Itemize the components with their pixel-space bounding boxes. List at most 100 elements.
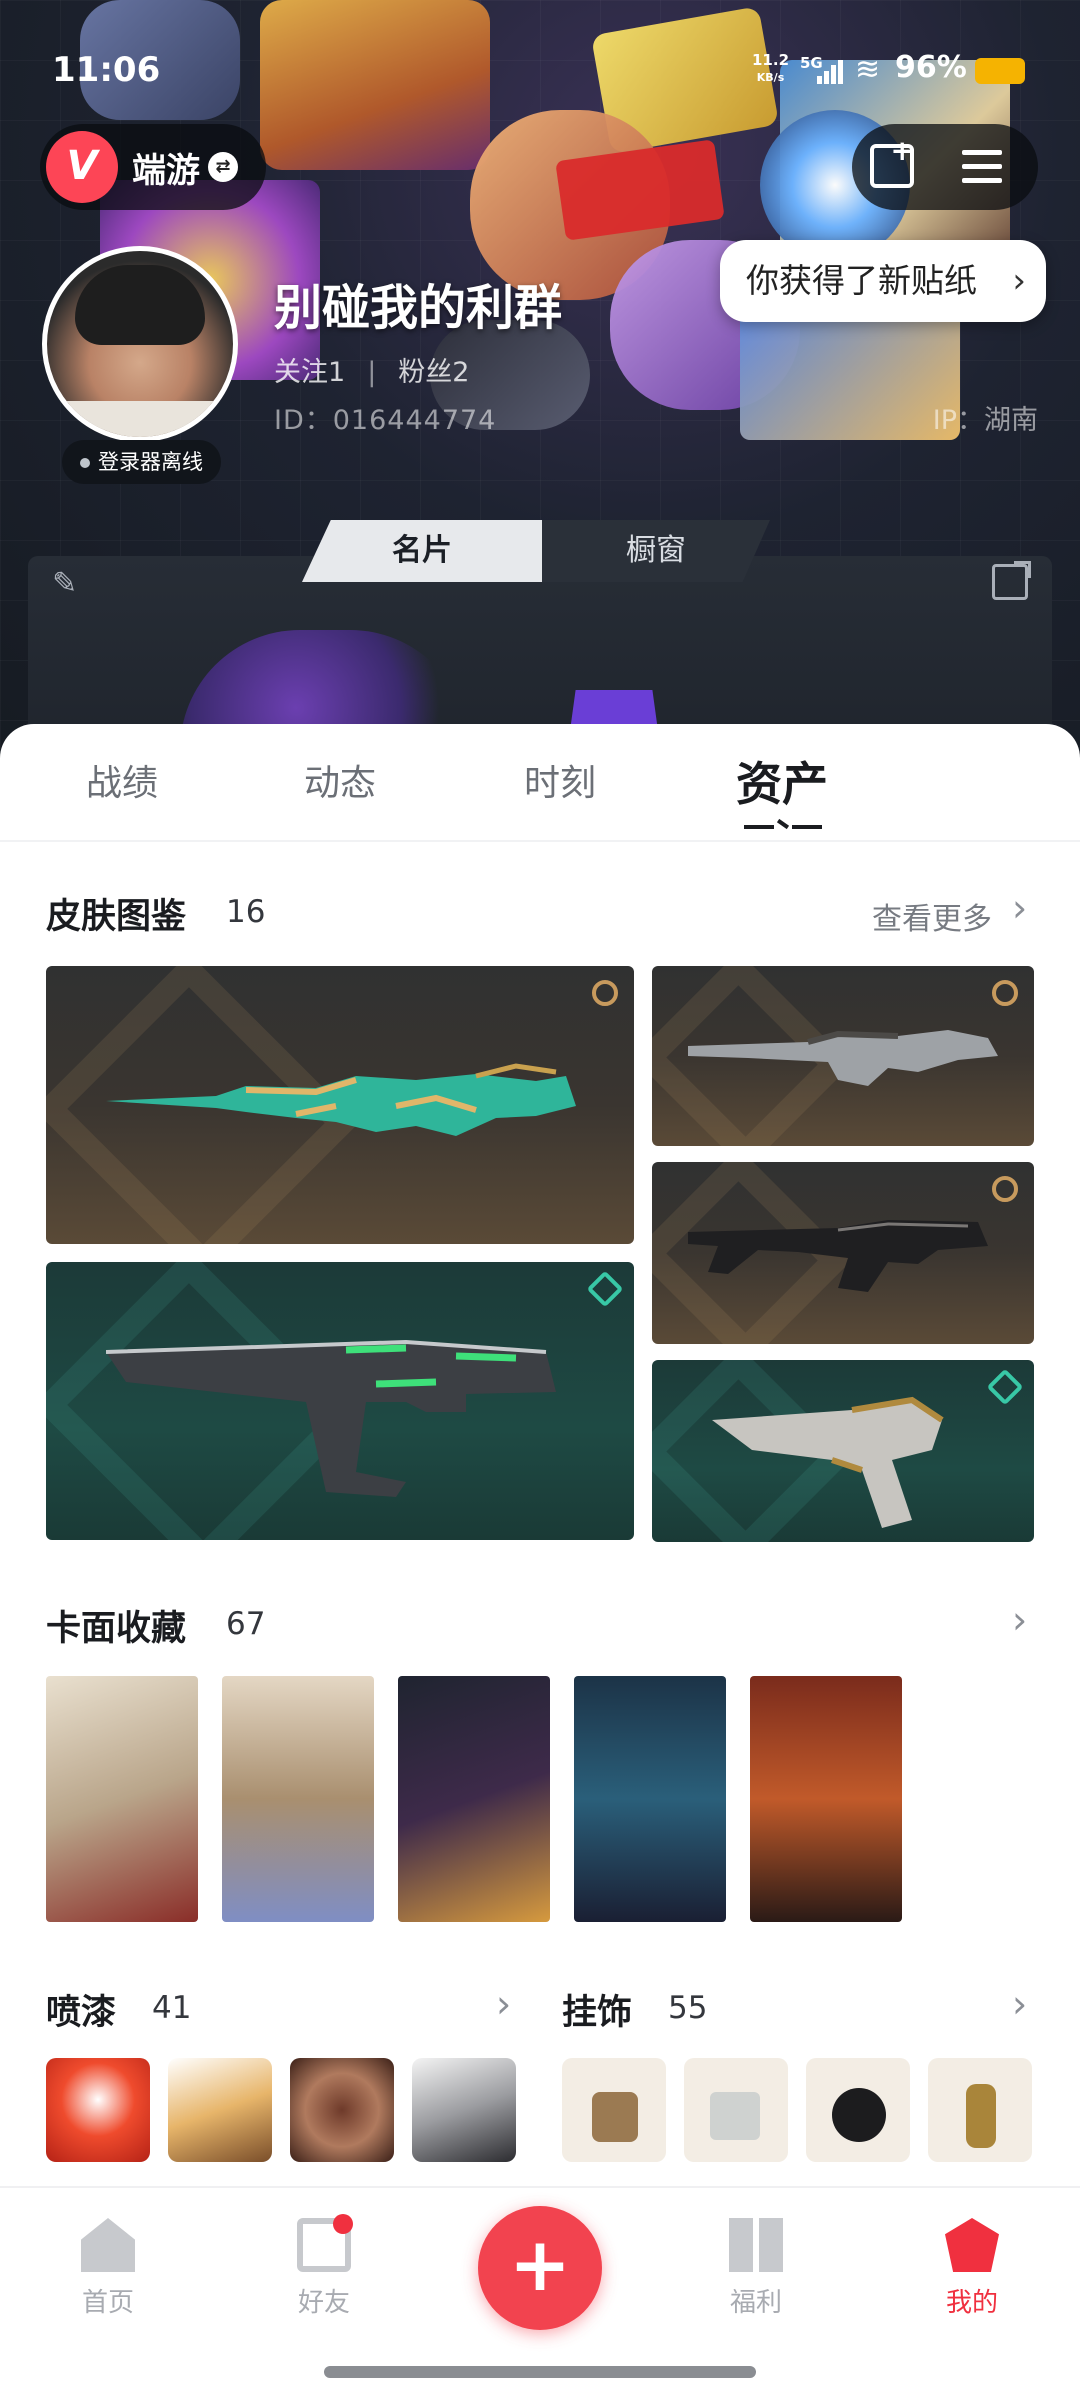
new-sticker-toast[interactable]: 你获得了新贴纸 › xyxy=(720,240,1046,322)
following-count[interactable]: 关注1 xyxy=(274,357,345,388)
divider xyxy=(0,840,1080,842)
new-sticker-toast-text: 你获得了新贴纸 xyxy=(746,261,977,300)
chevron-right-icon[interactable]: › xyxy=(496,1982,511,2026)
screen: 11:06 11.2 KB/s 5G ≋ 96% 端游 ⇄ 你获得了新贴纸 › … xyxy=(0,0,1080,2400)
cards-title: 卡面收藏 xyxy=(46,1609,187,1649)
follow-separator: | xyxy=(367,357,377,388)
player-card[interactable] xyxy=(222,1676,374,1922)
skins-title: 皮肤图鉴 xyxy=(46,897,187,937)
tab-feed[interactable]: 动态 xyxy=(304,754,376,806)
charm-item[interactable] xyxy=(562,2058,666,2162)
skins-view-more[interactable]: 查看更多 xyxy=(872,894,992,938)
nav-friends[interactable]: 好友 xyxy=(254,2214,394,2319)
skins-count: 16 xyxy=(226,894,266,930)
skin-card-rifle[interactable] xyxy=(652,966,1034,1146)
chevron-right-icon: › xyxy=(1012,261,1026,301)
sprays-title: 喷漆 xyxy=(46,1993,117,2033)
pistol-icon xyxy=(106,1339,556,1497)
charm-item[interactable] xyxy=(928,2058,1032,2162)
share-icon[interactable] xyxy=(992,561,1031,600)
nav-home[interactable]: 首页 xyxy=(38,2218,178,2319)
spray-item[interactable] xyxy=(168,2058,272,2162)
signal-icon xyxy=(815,58,845,84)
switch-icon: ⇄ xyxy=(208,152,238,182)
home-indicator[interactable] xyxy=(324,2366,756,2378)
spray-item[interactable] xyxy=(46,2058,150,2162)
tab-moments[interactable]: 时刻 xyxy=(524,754,596,806)
status-time: 11:06 xyxy=(52,50,161,90)
rarity-icon xyxy=(986,1368,1024,1406)
revolver-icon xyxy=(712,1396,944,1528)
skin-card-smg[interactable] xyxy=(652,1162,1034,1344)
chevron-right-icon[interactable]: › xyxy=(1012,1598,1027,1642)
spray-item[interactable] xyxy=(412,2058,516,2162)
profile-tabs: 战绩 动态 时刻 资产 xyxy=(0,724,1080,840)
skin-card-pistol[interactable] xyxy=(46,1262,634,1540)
create-post-button[interactable]: + xyxy=(478,2206,602,2330)
network-speed-unit: KB/s xyxy=(756,71,785,84)
rarity-icon xyxy=(992,1176,1018,1202)
tab-record[interactable]: 战绩 xyxy=(86,754,158,806)
rarity-icon xyxy=(592,980,618,1006)
add-photo-icon[interactable] xyxy=(870,134,914,188)
menu-icon[interactable] xyxy=(962,150,1002,184)
charm-item[interactable] xyxy=(684,2058,788,2162)
launcher-status-badge: 登录器离线 xyxy=(62,440,221,484)
rifle-icon xyxy=(688,1030,998,1086)
network-speed-value: 11.2 xyxy=(752,51,790,69)
cards-count: 67 xyxy=(226,1606,266,1642)
profile-icon xyxy=(945,2218,999,2272)
valorant-logo-icon xyxy=(46,131,118,203)
player-card[interactable] xyxy=(750,1676,902,1922)
charms-title: 挂饰 xyxy=(562,1993,633,2033)
home-icon xyxy=(81,2218,135,2272)
nav-home-label: 首页 xyxy=(81,2288,134,2318)
game-switcher-label: 端游 xyxy=(132,150,200,191)
launcher-status-text: 登录器离线 xyxy=(98,450,203,474)
wifi-icon: ≋ xyxy=(855,52,881,87)
nickname: 别碰我的利群 xyxy=(274,280,563,336)
status-dot-icon xyxy=(80,458,90,468)
game-switcher[interactable]: 端游 ⇄ xyxy=(40,124,266,210)
player-card[interactable] xyxy=(46,1676,198,1922)
gift-icon xyxy=(729,2218,783,2272)
spray-item[interactable] xyxy=(290,2058,394,2162)
player-card[interactable] xyxy=(574,1676,726,1922)
ip-location: IP：湖南 xyxy=(932,405,1038,436)
chevron-right-icon[interactable]: › xyxy=(1012,886,1027,930)
friends-icon xyxy=(297,2214,353,2272)
nav-rewards-label: 福利 xyxy=(729,2288,782,2318)
fans-count[interactable]: 粉丝2 xyxy=(398,357,469,388)
charm-shape xyxy=(832,2088,886,2142)
nav-me[interactable]: 我的 xyxy=(902,2218,1042,2319)
status-bar: 11:06 11.2 KB/s 5G ≋ 96% xyxy=(0,0,1080,140)
avatar[interactable] xyxy=(42,246,238,442)
charm-item[interactable] xyxy=(806,2058,910,2162)
tab-assets[interactable]: 资产 xyxy=(736,748,828,814)
user-id: ID：016444774 xyxy=(274,405,497,436)
edit-icon[interactable]: ✎ xyxy=(52,566,88,602)
charm-shape xyxy=(592,2092,638,2142)
card-tabs: 名片 橱窗 xyxy=(302,520,770,582)
tab-showcase[interactable]: 橱窗 xyxy=(542,520,770,582)
rarity-icon xyxy=(992,980,1018,1006)
network-speed: 11.2 KB/s xyxy=(752,52,789,86)
battery-icon xyxy=(975,58,1025,84)
nav-me-label: 我的 xyxy=(945,2288,998,2318)
player-card[interactable] xyxy=(398,1676,550,1922)
skin-card-sniper[interactable] xyxy=(46,966,634,1244)
sniper-rifle-icon xyxy=(106,1063,576,1136)
nav-rewards[interactable]: 福利 xyxy=(686,2218,826,2319)
active-tab-indicator xyxy=(744,818,822,834)
top-actions xyxy=(852,124,1038,210)
skin-card-revolver[interactable] xyxy=(652,1360,1034,1542)
charm-shape xyxy=(966,2084,996,2148)
follow-stats: 关注1 | 粉丝2 xyxy=(274,350,469,389)
sprays-count: 41 xyxy=(152,1990,192,2026)
rarity-icon xyxy=(586,1270,624,1308)
notification-dot xyxy=(333,2214,353,2234)
battery-percent: 96% xyxy=(895,50,967,85)
chevron-right-icon[interactable]: › xyxy=(1012,1982,1027,2026)
smg-icon xyxy=(688,1220,988,1292)
tab-name-card[interactable]: 名片 xyxy=(302,520,542,582)
